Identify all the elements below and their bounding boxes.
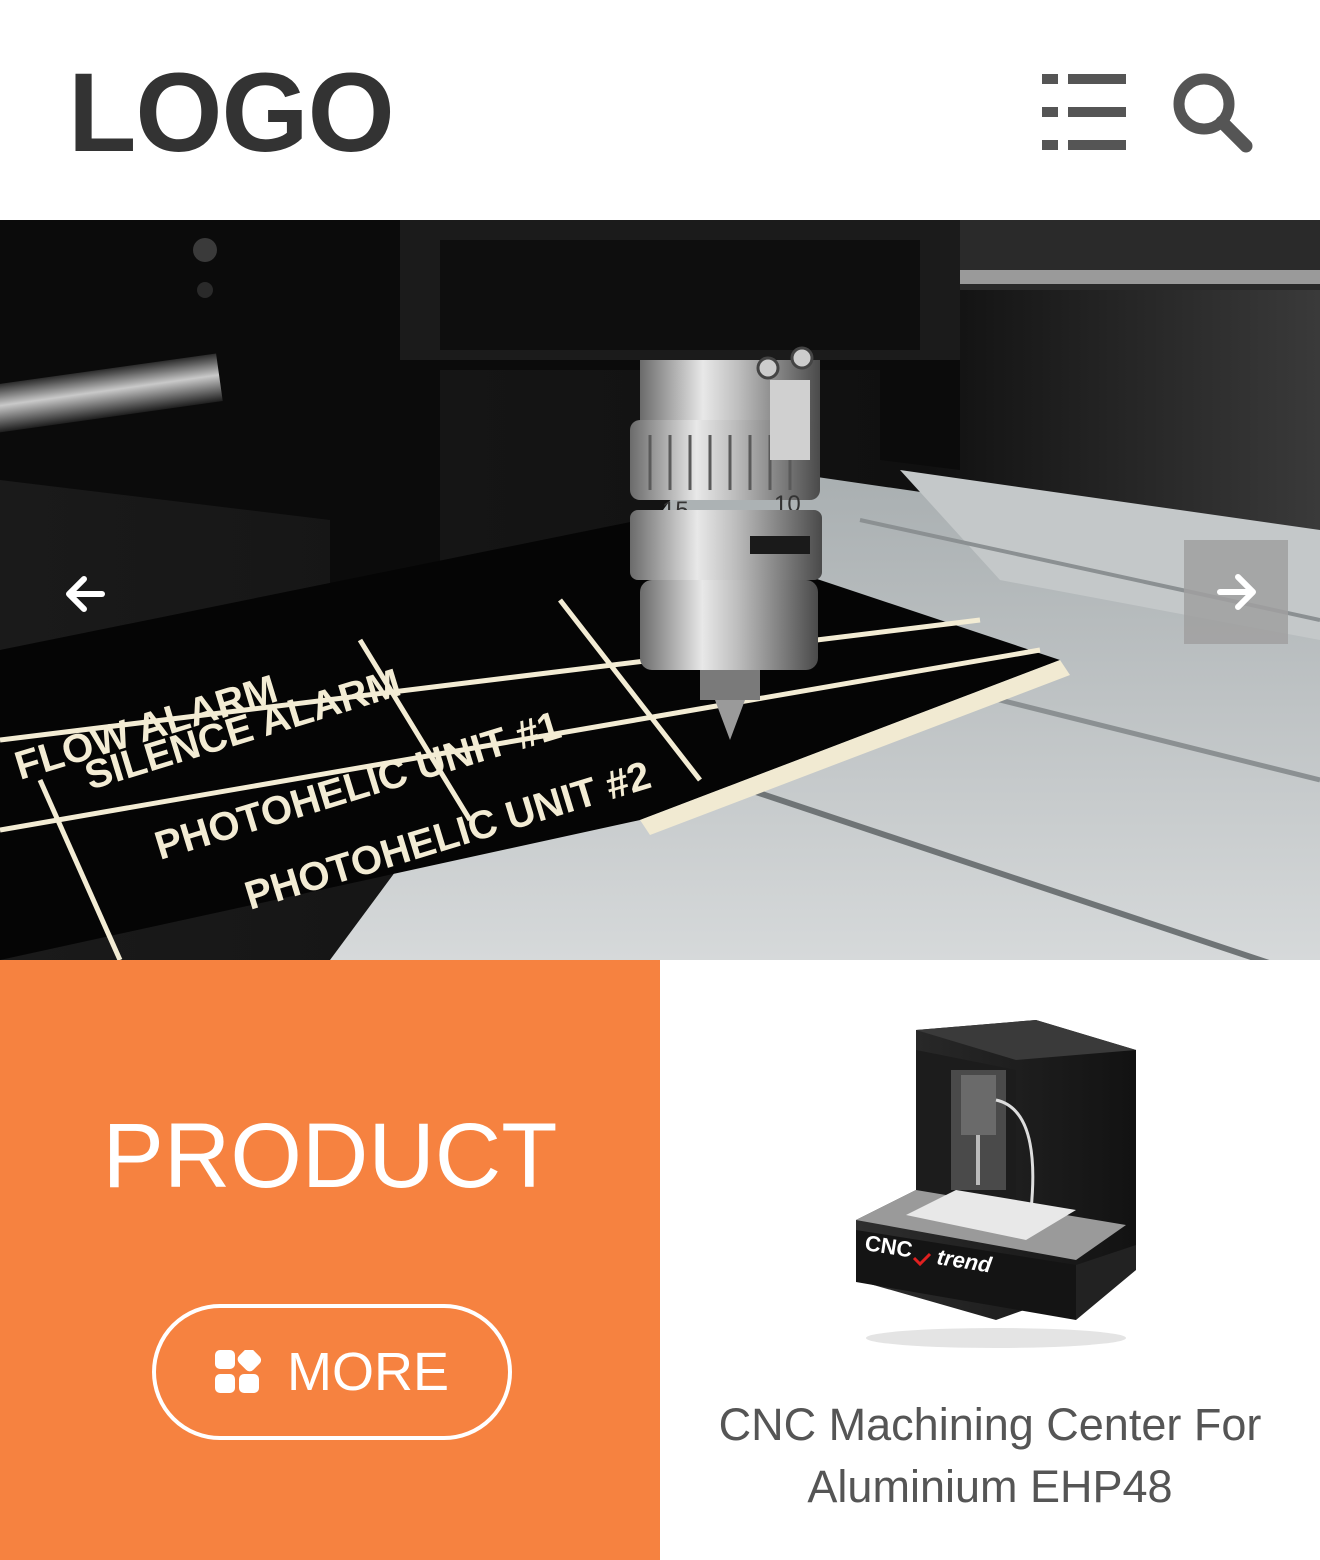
hero-image: FLOW ALARM SILENCE ALARM PHOTOHELIC UNIT… <box>0 220 1320 960</box>
product-name[interactable]: CNC Machining Center For Aluminium EHP48 <box>680 1394 1300 1518</box>
site-logo[interactable]: LOGO <box>68 48 395 178</box>
grid-apps-icon <box>215 1350 261 1393</box>
slider-next-button[interactable] <box>1184 540 1288 644</box>
more-button[interactable]: MORE <box>152 1304 512 1440</box>
product-section: PRODUCT MORE <box>0 960 660 1560</box>
list-menu-icon[interactable] <box>1042 74 1126 150</box>
site-header: LOGO <box>0 0 1320 220</box>
product-image[interactable]: CNC trend <box>846 1020 1136 1350</box>
product-title: PRODUCT <box>102 1105 558 1207</box>
arrow-left-icon <box>66 576 105 612</box>
more-button-label: MORE <box>287 1342 449 1402</box>
hero-slider: FLOW ALARM SILENCE ALARM PHOTOHELIC UNIT… <box>0 220 1320 960</box>
search-icon[interactable] <box>1170 70 1256 156</box>
slider-prev-button[interactable] <box>34 542 138 646</box>
arrow-right-icon <box>1217 574 1256 610</box>
product-card[interactable]: CNC trend CNC Machining Center For Alumi… <box>660 960 1320 1560</box>
